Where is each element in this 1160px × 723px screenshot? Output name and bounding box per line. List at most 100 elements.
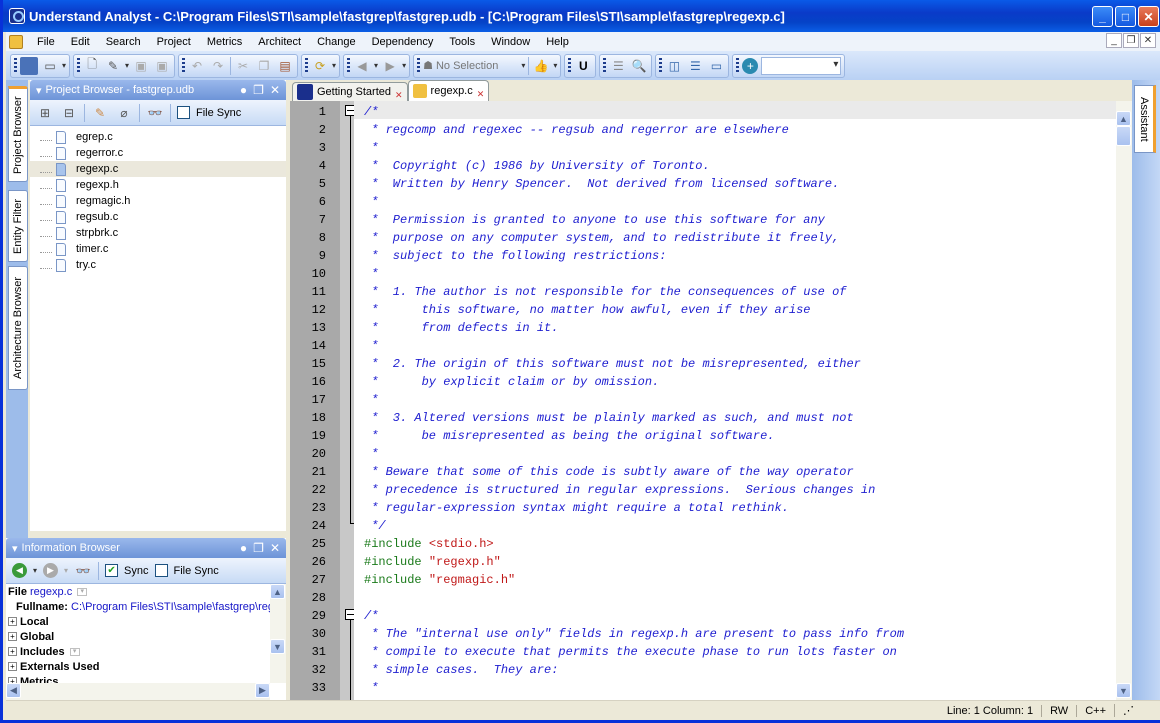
expand-all-icon[interactable]: ⊞	[36, 104, 54, 122]
collapse-icon[interactable]: ▾	[36, 84, 42, 97]
info-horizontal-scrollbar[interactable]: ◀ ▶	[6, 683, 270, 700]
tab-architecture-browser[interactable]: Architecture Browser	[8, 266, 28, 390]
scroll-down-button[interactable]: ▼	[270, 639, 285, 654]
pin-icon[interactable]: ●	[240, 83, 247, 97]
menu-architect[interactable]: Architect	[250, 36, 309, 48]
toolbar-grip[interactable]	[417, 57, 421, 74]
tab-close-icon[interactable]: ✕	[477, 89, 485, 100]
collapse-icon[interactable]: ▾	[12, 542, 18, 555]
file-item[interactable]: regexp.h	[30, 177, 286, 193]
back-icon[interactable]: ◀	[353, 57, 371, 75]
menu-dependency[interactable]: Dependency	[364, 36, 442, 48]
back-icon[interactable]: ◀	[12, 563, 27, 578]
toolbar-grip[interactable]	[77, 57, 81, 74]
info-section-metrics[interactable]: + Metrics	[6, 674, 270, 683]
dropdown-icon[interactable]: ▾	[77, 587, 88, 596]
minimize-button[interactable]: _	[1092, 6, 1113, 27]
info-section-externals[interactable]: + Externals Used	[6, 659, 270, 674]
forward-icon[interactable]: ▶	[43, 563, 59, 578]
info-section-includes[interactable]: + Includes ▾	[6, 644, 270, 659]
edit-icon[interactable]: ✎	[91, 104, 109, 122]
file-item[interactable]: regexp.c	[30, 161, 286, 177]
menu-edit[interactable]: Edit	[63, 36, 98, 48]
mdi-restore-button[interactable]: ❐	[1123, 33, 1139, 48]
maximize-button[interactable]: □	[1115, 6, 1136, 27]
single-pane-icon[interactable]: ▭	[707, 57, 725, 75]
float-icon[interactable]: ❐	[253, 541, 264, 555]
toolbar-grip[interactable]	[736, 57, 740, 74]
scroll-up-button[interactable]: ▲	[270, 584, 285, 599]
info-section-global[interactable]: + Global	[6, 629, 270, 644]
undo-icon[interactable]: ↶	[188, 57, 206, 75]
mdi-minimize-button[interactable]: _	[1106, 33, 1122, 48]
tab-entity-filter[interactable]: Entity Filter	[8, 190, 28, 262]
document-icon[interactable]	[9, 34, 23, 49]
toolbar-grip[interactable]	[568, 57, 572, 74]
dropdown-icon[interactable]: ▾	[69, 647, 80, 656]
collapse-all-icon[interactable]: ⊟	[60, 104, 78, 122]
cut-icon[interactable]: ✂	[234, 57, 252, 75]
close-button[interactable]: ✕	[1138, 6, 1159, 27]
split-vertical-icon[interactable]: ◫	[665, 57, 683, 75]
file-link[interactable]: regexp.c	[30, 586, 72, 598]
paste-icon[interactable]: ▤	[276, 57, 294, 75]
save-icon[interactable]: ▣	[132, 57, 150, 75]
fullname-value[interactable]: C:\Program Files\STI\sample\fastgrep\reg…	[71, 601, 270, 613]
toolbar-grip[interactable]	[659, 57, 663, 74]
toolbar-grip[interactable]	[182, 57, 186, 74]
new-project-icon[interactable]	[20, 56, 38, 75]
panel-close-icon[interactable]: ✕	[270, 541, 280, 555]
file-item[interactable]: try.c	[30, 257, 286, 273]
mdi-close-button[interactable]: ✕	[1140, 33, 1156, 48]
tab-regexp-c[interactable]: regexp.c ✕	[407, 80, 490, 101]
info-file-row[interactable]: File regexp.c ▾	[6, 584, 270, 599]
metrics-pencil-icon[interactable]: U	[574, 57, 592, 75]
scroll-thumb[interactable]	[1116, 126, 1131, 146]
tab-project-browser[interactable]: Project Browser	[8, 86, 28, 182]
menu-metrics[interactable]: Metrics	[199, 36, 250, 48]
expand-icon[interactable]: +	[8, 662, 17, 671]
scroll-left-button[interactable]: ◀	[6, 683, 21, 698]
find-in-files-icon[interactable]: ☰	[609, 57, 627, 75]
file-item[interactable]: regmagic.h	[30, 193, 286, 209]
menu-tools[interactable]: Tools	[441, 36, 483, 48]
window-list-icon[interactable]: ▭	[41, 57, 59, 75]
resize-grip[interactable]: ⋰	[1114, 704, 1142, 717]
toolbar-grip[interactable]	[305, 57, 309, 74]
menu-help[interactable]: Help	[538, 36, 577, 48]
new-file-icon[interactable]: 🗋	[83, 57, 101, 75]
code-area[interactable]: /* * regcomp and regexec -- regsub and r…	[354, 101, 1116, 700]
scroll-up-button[interactable]: ▲	[1116, 111, 1131, 126]
toolbar-combo[interactable]	[761, 56, 842, 75]
toolbar-grip[interactable]	[603, 57, 607, 74]
expand-icon[interactable]: +	[8, 632, 17, 641]
editor-vertical-scrollbar[interactable]: ▲ ▼	[1116, 101, 1132, 700]
file-item[interactable]: regerror.c	[30, 145, 286, 161]
file-item[interactable]: timer.c	[30, 241, 286, 257]
file-item[interactable]: egrep.c	[30, 129, 286, 145]
menu-window[interactable]: Window	[483, 36, 538, 48]
pin-icon[interactable]: ●	[240, 541, 247, 555]
forward-icon[interactable]: ▶	[381, 57, 399, 75]
info-section-local[interactable]: + Local	[6, 614, 270, 629]
menu-search[interactable]: Search	[98, 36, 149, 48]
thumbs-up-icon[interactable]: 👍	[532, 57, 550, 75]
info-vertical-scrollbar[interactable]: ▲ ▼	[270, 584, 286, 683]
scroll-down-button[interactable]: ▼	[1116, 683, 1131, 698]
expand-icon[interactable]: +	[8, 647, 17, 656]
binoculars-icon[interactable]: 👓	[74, 562, 92, 580]
menu-project[interactable]: Project	[149, 36, 199, 48]
redo-icon[interactable]: ↷	[209, 57, 227, 75]
save-all-icon[interactable]: ▣	[153, 57, 171, 75]
sync-checkbox[interactable]: ✔	[105, 564, 119, 577]
analyze-icon[interactable]: ⟳	[311, 57, 329, 75]
add-icon[interactable]: +	[742, 57, 759, 74]
open-file-icon[interactable]: ✎	[104, 57, 122, 75]
scroll-right-button[interactable]: ▶	[255, 683, 270, 698]
find-icon[interactable]: 🔍	[630, 57, 648, 75]
file-item[interactable]: regsub.c	[30, 209, 286, 225]
tab-close-icon[interactable]: ✕	[395, 90, 403, 101]
menu-change[interactable]: Change	[309, 36, 364, 48]
attach-icon[interactable]: ⌀	[115, 104, 133, 122]
file-sync-checkbox[interactable]	[154, 564, 168, 577]
